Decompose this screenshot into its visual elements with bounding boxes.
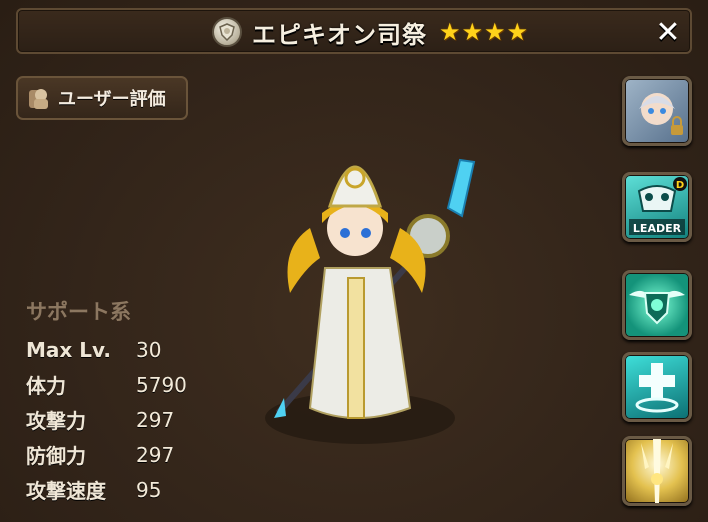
leader-label: LEADER xyxy=(633,222,682,235)
leader-skill-icon: LEADER D xyxy=(629,177,687,235)
stat-value: 297 xyxy=(136,407,175,432)
monster-name: エピキオン司祭 xyxy=(252,20,427,49)
stat-label: 攻撃力 xyxy=(26,409,86,433)
star-icon: ★ xyxy=(484,18,506,46)
star-rating: ★ ★ ★ ★ xyxy=(439,20,528,44)
skill-wing-shield-icon xyxy=(629,290,685,325)
monster-portrait-icon xyxy=(639,93,683,135)
lock-icon xyxy=(671,125,683,135)
close-button[interactable]: ✕ xyxy=(650,16,686,50)
stat-label: 防御力 xyxy=(26,444,86,468)
monster-type: サポート系 xyxy=(26,300,131,324)
skill-2-button[interactable] xyxy=(622,352,692,422)
stat-row: 防御力 297 xyxy=(26,437,187,472)
stat-row: Max Lv. 30 xyxy=(26,332,187,367)
skill-1-button[interactable] xyxy=(622,270,692,340)
star-icon: ★ xyxy=(506,18,529,46)
user-icon xyxy=(29,89,48,109)
monster-title: エピキオン司祭 ★ ★ ★ ★ xyxy=(212,14,528,50)
star-icon: ★ xyxy=(439,18,461,46)
stat-value: 95 xyxy=(136,477,162,502)
monster-character-model xyxy=(265,158,476,444)
stat-value: 30 xyxy=(136,337,162,362)
star-icon: ★ xyxy=(461,18,484,46)
stat-value: 5790 xyxy=(136,372,187,397)
user-rating-button[interactable]: ユーザー評価 xyxy=(16,76,188,120)
light-element-icon xyxy=(212,17,242,47)
stat-label: 体力 xyxy=(26,374,66,398)
skill-3-button[interactable] xyxy=(622,436,692,506)
stat-row: 攻撃力 297 xyxy=(26,402,187,437)
stat-label: 攻撃速度 xyxy=(26,479,106,503)
skill-light-beam-icon xyxy=(641,439,673,503)
stats-panel: サポート系 Max Lv. 30 体力 5790 攻撃力 297 防御力 297 攻撃速… xyxy=(26,296,187,507)
stat-value: 297 xyxy=(136,442,175,467)
stat-row: 体力 5790 xyxy=(26,367,187,402)
skill-heal-cross-icon xyxy=(635,363,679,413)
stat-label: Max Lv. xyxy=(26,337,112,362)
monster-portrait-button[interactable] xyxy=(622,76,692,146)
user-rating-label: ユーザー評価 xyxy=(58,89,166,110)
leader-badge: D xyxy=(676,180,684,191)
leader-skill-button[interactable]: LEADER D xyxy=(622,172,692,242)
stat-row: 攻撃速度 95 xyxy=(26,472,187,507)
